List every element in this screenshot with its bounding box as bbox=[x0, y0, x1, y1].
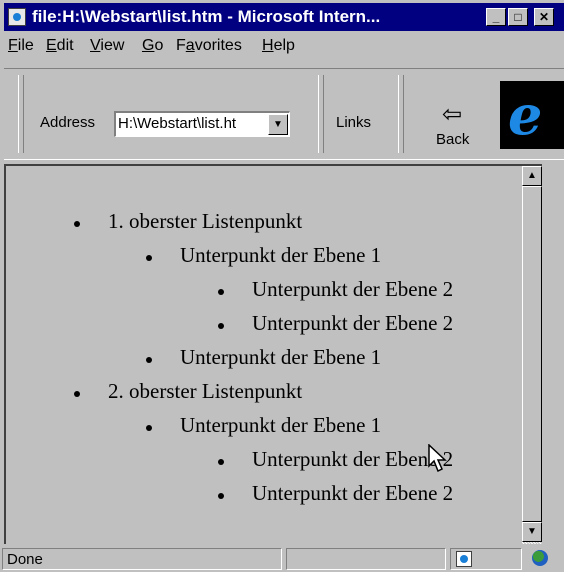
menu-go[interactable]: Go bbox=[142, 36, 163, 56]
close-button[interactable]: ✕ bbox=[534, 8, 554, 26]
list-item-level0: 2. oberster Listenpunkt bbox=[108, 379, 303, 403]
scroll-thumb[interactable] bbox=[522, 186, 542, 522]
document-area: 1. oberster Listenpunkt Unterpunkt der E… bbox=[6, 166, 522, 544]
list-item-level1: Unterpunkt der Ebene 1 bbox=[180, 413, 382, 437]
address-bar-grip[interactable] bbox=[18, 75, 24, 153]
chevron-down-icon: ▼ bbox=[527, 526, 537, 537]
back-button[interactable]: ⇦ Back bbox=[424, 79, 492, 153]
ie-page-icon[interactable] bbox=[8, 8, 26, 26]
address-value[interactable]: H:\Webstart\list.ht bbox=[118, 115, 268, 133]
status-text: Done bbox=[7, 551, 43, 568]
scroll-down-button[interactable]: ▼ bbox=[522, 522, 542, 542]
address-label: Address bbox=[40, 114, 96, 131]
browser-window: file:H:\Webstart\list.htm - Microsoft In… bbox=[0, 0, 564, 572]
list-item-level2: Unterpunkt der Ebene 2 bbox=[252, 481, 454, 505]
buttons-bar-grip[interactable] bbox=[398, 75, 404, 153]
status-text-pane: Done bbox=[2, 548, 282, 570]
list-item-level0: 1. oberster Listenpunkt bbox=[108, 209, 303, 233]
bullet-icon bbox=[146, 357, 152, 363]
maximize-button[interactable]: □ bbox=[508, 8, 528, 26]
mouse-pointer-icon bbox=[428, 444, 447, 473]
links-button[interactable]: Links bbox=[336, 114, 371, 132]
address-dropdown-button[interactable]: ▼ bbox=[268, 114, 288, 135]
menu-edit[interactable]: Edit bbox=[46, 36, 74, 56]
menu-favorites[interactable]: Favorites bbox=[176, 36, 242, 56]
chevron-down-icon: ▼ bbox=[273, 119, 283, 130]
internet-explorer-logo: e bbox=[500, 81, 564, 149]
list-item-level2: Unterpunkt der Ebene 2 bbox=[252, 311, 454, 335]
bullet-icon bbox=[218, 289, 224, 295]
toolbar: Address H:\Webstart\list.ht ▼ Links ⇦ Ba… bbox=[4, 68, 564, 160]
address-field[interactable]: H:\Webstart\list.ht ▼ bbox=[114, 111, 290, 137]
my-computer-zone-icon bbox=[456, 551, 472, 567]
back-arrow-icon: ⇦ bbox=[442, 101, 463, 128]
links-bar-grip[interactable] bbox=[318, 75, 324, 153]
minimize-button[interactable]: _ bbox=[486, 8, 506, 26]
list-item-level2: Unterpunkt der Ebene 2 bbox=[252, 447, 454, 471]
bullet-icon bbox=[146, 255, 152, 261]
scroll-up-button[interactable]: ▲ bbox=[522, 166, 542, 186]
title-bar: file:H:\Webstart\list.htm - Microsoft In… bbox=[4, 3, 564, 31]
bullet-icon bbox=[218, 493, 224, 499]
menu-help[interactable]: Help bbox=[262, 36, 295, 56]
menu-view[interactable]: View bbox=[90, 36, 124, 56]
list-item-level2: Unterpunkt der Ebene 2 bbox=[252, 277, 454, 301]
ie-e-icon: e bbox=[508, 83, 543, 147]
bullet-icon bbox=[146, 425, 152, 431]
page-content: 1. oberster Listenpunkt Unterpunkt der E… bbox=[4, 164, 542, 544]
back-label: Back bbox=[436, 131, 470, 148]
list-item-level1: Unterpunkt der Ebene 1 bbox=[180, 345, 382, 369]
chevron-up-icon: ▲ bbox=[527, 170, 537, 181]
bullet-icon bbox=[74, 221, 80, 227]
bullet-icon bbox=[218, 323, 224, 329]
list-item-level1: Unterpunkt der Ebene 1 bbox=[180, 243, 382, 267]
bullet-icon bbox=[74, 391, 80, 397]
menu-file[interactable]: File bbox=[8, 36, 34, 56]
vertical-scrollbar[interactable]: ▲ ▼ bbox=[522, 166, 542, 544]
window-title: file:H:\Webstart\list.htm - Microsoft In… bbox=[32, 7, 381, 26]
status-progress-pane bbox=[286, 548, 446, 570]
status-bar: Done bbox=[0, 546, 564, 572]
internet-globe-icon bbox=[532, 550, 548, 566]
bullet-icon bbox=[218, 459, 224, 465]
